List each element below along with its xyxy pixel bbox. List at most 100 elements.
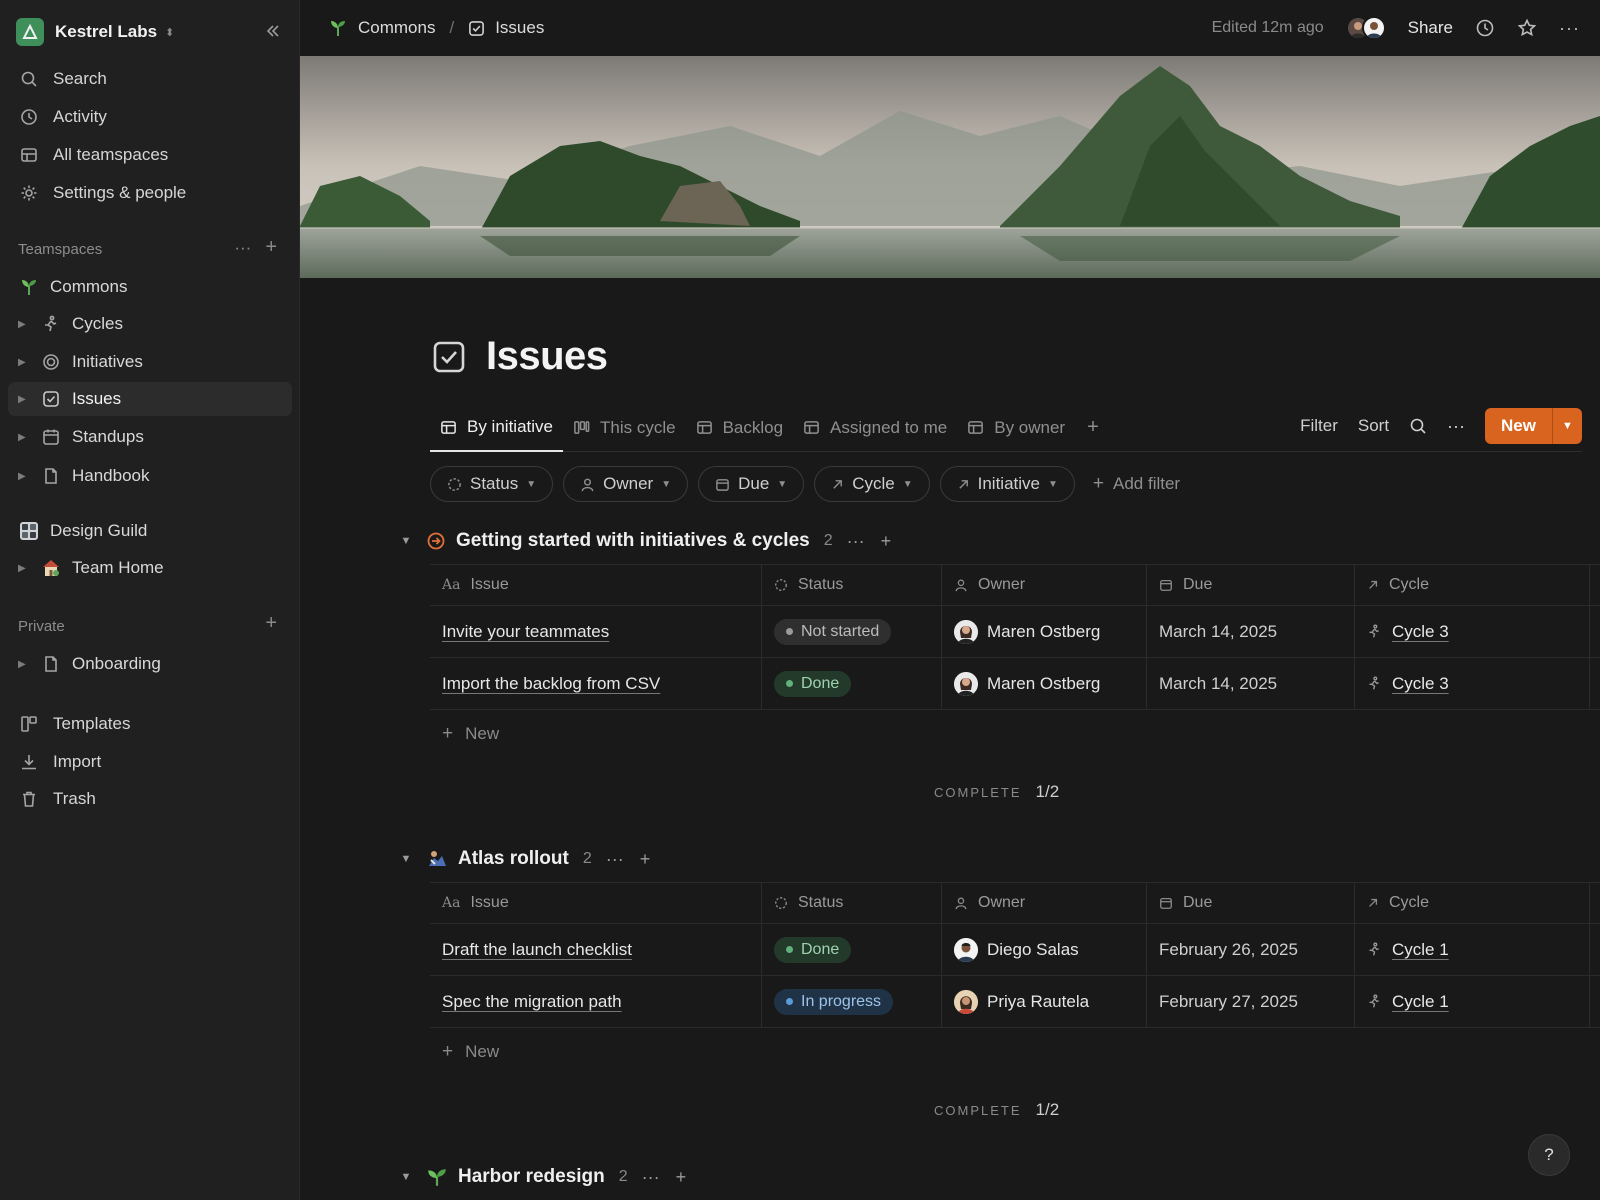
owner-cell[interactable]: Maren Ostberg [954,671,1100,696]
issue-link[interactable]: Invite your teammates [442,622,609,642]
sidebar-item-trash[interactable]: Trash [8,782,292,816]
breadcrumb-commons[interactable]: Commons [328,18,435,38]
sidebar-item-handbook[interactable]: ▶ Handbook [8,459,292,493]
collaborator-avatars[interactable] [1345,16,1386,40]
star-icon[interactable] [1517,18,1537,38]
group-title[interactable]: Getting started with initiatives & cycle… [456,530,810,552]
add-filter-button[interactable]: + Add filter [1093,473,1180,495]
due-date[interactable]: March 14, 2025 [1159,674,1277,694]
cycle-link[interactable]: Cycle 3 [1392,674,1449,694]
due-date[interactable]: February 27, 2025 [1159,992,1298,1012]
sidebar-item-cycles[interactable]: ▶ Cycles [8,307,292,341]
column-header[interactable]: Due [1183,576,1212,594]
history-icon[interactable] [1475,18,1495,38]
status-badge[interactable]: Done [774,936,852,963]
sidebar-item-search[interactable]: Search [8,62,292,96]
sidebar-item-issues[interactable]: ▶ Issues [8,382,292,416]
more-icon[interactable]: ··· [847,531,865,552]
new-row-button[interactable]: + New [430,1028,1600,1076]
cycle-link[interactable]: Cycle 1 [1392,992,1449,1012]
sidebar-item-standups[interactable]: ▶ Standups [8,420,292,454]
filter-chip-cycle[interactable]: Cycle ▼ [814,466,930,502]
caret-right-icon[interactable]: ▶ [18,319,30,330]
tab-by-initiative[interactable]: By initiative [430,404,563,452]
owner-cell[interactable]: Priya Rautela [954,989,1089,1014]
cycle-cell[interactable]: Cycle 3 [1367,674,1449,694]
add-icon[interactable]: + [676,1167,687,1188]
table-row[interactable]: Import the backlog from CSV Done Maren O… [430,658,1600,710]
help-button[interactable]: ? [1528,1134,1570,1176]
tab-backlog[interactable]: Backlog [686,404,793,452]
search-icon[interactable] [1409,417,1427,435]
sidebar-item-activity[interactable]: Activity [8,100,292,134]
tab-by-owner[interactable]: By owner [957,404,1075,452]
add-icon[interactable]: + [881,531,892,552]
column-header[interactable]: Status [798,894,843,912]
due-date[interactable]: March 14, 2025 [1159,622,1277,642]
column-header[interactable]: Owner [978,894,1025,912]
caret-right-icon[interactable]: ▶ [18,357,30,368]
tab-assigned-to-me[interactable]: Assigned to me [793,404,957,452]
table-row[interactable]: Invite your teammates Not started Maren … [430,606,1600,658]
sidebar-item-templates[interactable]: Templates [8,707,292,741]
column-header[interactable]: Cycle [1389,894,1429,912]
more-icon[interactable]: ··· [606,849,624,870]
sidebar-item-team-home[interactable]: ▶ Team Home [8,551,292,585]
issue-link[interactable]: Spec the migration path [442,992,622,1012]
sidebar-item-commons[interactable]: Commons [8,270,292,304]
column-header[interactable]: Due [1183,894,1212,912]
status-badge[interactable]: Not started [774,618,892,645]
chevron-down-icon[interactable]: ▼ [1552,408,1582,444]
caret-right-icon[interactable]: ▶ [18,432,30,443]
status-badge[interactable]: Done [774,670,852,697]
group-title[interactable]: Atlas rollout [458,848,569,870]
column-header[interactable]: Cycle [1389,576,1429,594]
tab-this-cycle[interactable]: This cycle [563,404,686,452]
add-view-icon[interactable]: + [1075,416,1111,439]
filter-chip-status[interactable]: Status ▼ [430,466,554,502]
sidebar-item-onboarding[interactable]: ▶ Onboarding [8,647,292,681]
filter-chip-due[interactable]: Due ▼ [698,466,805,502]
sidebar-item-initiatives[interactable]: ▶ Initiatives [8,345,292,379]
filter-chip-initiative[interactable]: Initiative ▼ [939,466,1075,502]
add-icon[interactable]: + [640,849,651,870]
collapse-sidebar-icon[interactable] [264,22,282,40]
filter-button[interactable]: Filter [1300,416,1338,436]
owner-cell[interactable]: Diego Salas [954,937,1079,962]
more-icon[interactable]: ··· [234,238,251,258]
breadcrumb-issues[interactable]: Issues [468,18,544,38]
column-header[interactable]: Issue [470,576,508,594]
cycle-link[interactable]: Cycle 3 [1392,622,1449,642]
sidebar-item-all-teamspaces[interactable]: All teamspaces [8,138,292,172]
column-header[interactable]: Status [798,576,843,594]
due-date[interactable]: February 26, 2025 [1159,940,1298,960]
more-icon[interactable]: ··· [642,1167,660,1188]
share-button[interactable]: Share [1408,18,1453,38]
caret-right-icon[interactable]: ▶ [18,563,30,574]
issue-link[interactable]: Import the backlog from CSV [442,674,660,694]
table-row[interactable]: Draft the launch checklist Done Diego Sa… [430,924,1600,976]
sidebar-item-design-guild[interactable]: Design Guild [8,514,292,548]
add-icon[interactable]: + [265,237,277,258]
sort-button[interactable]: Sort [1358,416,1389,436]
cycle-cell[interactable]: Cycle 1 [1367,940,1449,960]
owner-cell[interactable]: Maren Ostberg [954,619,1100,644]
caret-down-icon[interactable]: ▼ [394,853,418,865]
status-badge[interactable]: In progress [774,988,894,1015]
caret-down-icon[interactable]: ▼ [394,535,418,547]
caret-down-icon[interactable]: ▼ [394,1171,418,1183]
caret-right-icon[interactable]: ▶ [18,394,30,405]
cycle-link[interactable]: Cycle 1 [1392,940,1449,960]
new-row-button[interactable]: + New [430,710,1600,758]
column-header[interactable]: Owner [978,576,1025,594]
caret-right-icon[interactable]: ▶ [18,659,30,670]
column-header[interactable]: Issue [470,894,508,912]
more-icon[interactable]: ··· [1447,416,1465,437]
cycle-cell[interactable]: Cycle 1 [1367,992,1449,1012]
group-title[interactable]: Harbor redesign [458,1166,605,1188]
more-icon[interactable]: ··· [1559,18,1580,39]
cycle-cell[interactable]: Cycle 3 [1367,622,1449,642]
issue-link[interactable]: Draft the launch checklist [442,940,632,960]
add-icon[interactable]: + [265,613,277,633]
new-button[interactable]: New ▼ [1485,408,1582,444]
